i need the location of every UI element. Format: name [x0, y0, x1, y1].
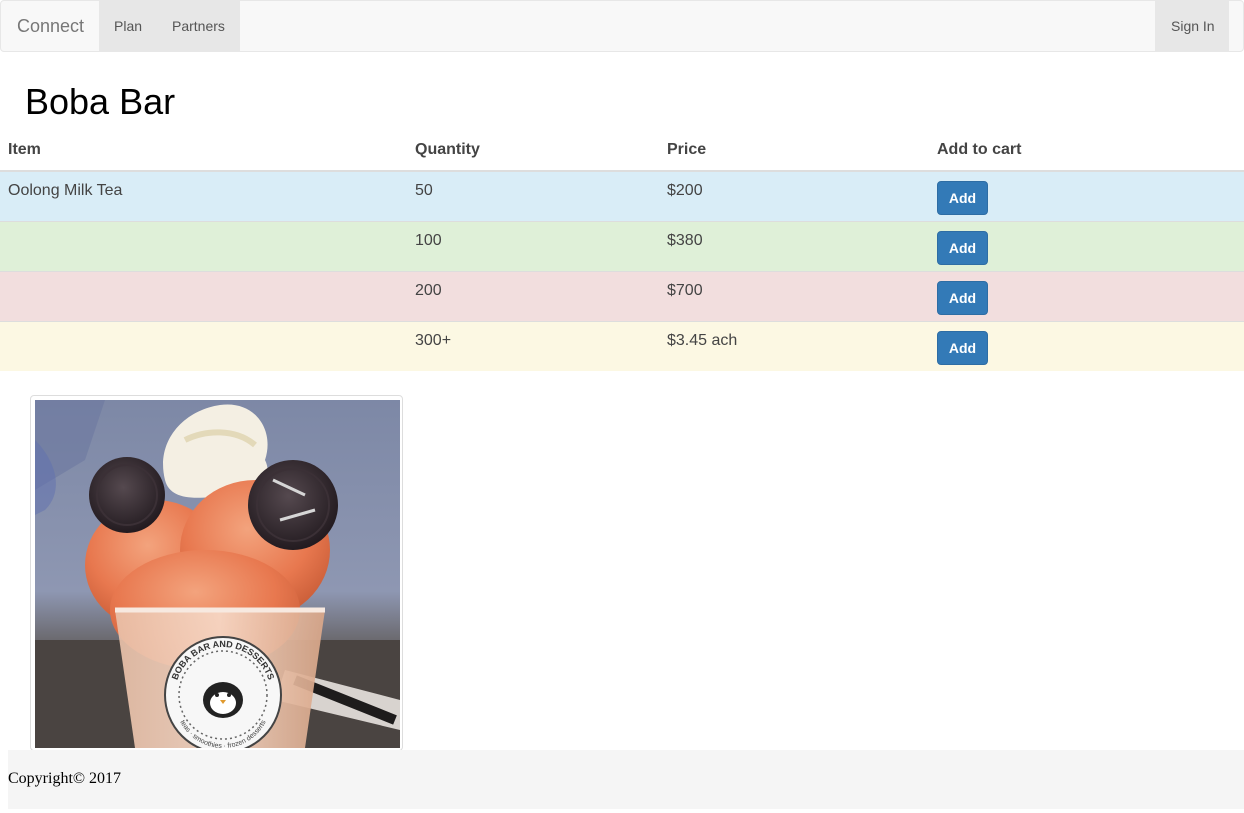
add-to-cart-button[interactable]: Add	[937, 230, 988, 265]
header-item: Item	[0, 130, 407, 172]
cell-item	[0, 220, 407, 271]
add-to-cart-button[interactable]: Add	[937, 330, 988, 365]
cell-quantity: 50	[407, 170, 659, 221]
cell-price: $200	[659, 170, 929, 221]
nav-link-plan[interactable]: Plan	[114, 1, 142, 51]
table-row: 200 $700 Add	[0, 270, 1244, 321]
cell-quantity: 100	[407, 220, 659, 271]
copyright-text: Copyright© 2017	[8, 770, 122, 787]
add-to-cart-button[interactable]: Add	[937, 280, 988, 315]
header-price: Price	[659, 130, 929, 172]
page-title: Boba Bar	[25, 81, 176, 122]
cell-item: Oolong Milk Tea	[0, 170, 407, 221]
table-row: 100 $380 Add	[0, 220, 1244, 271]
brand-link[interactable]: Connect	[17, 1, 84, 51]
nav-left-group: Plan Partners	[99, 1, 240, 51]
cell-action: Add	[929, 320, 1244, 371]
table-row: Oolong Milk Tea 50 $200 Add	[0, 170, 1244, 221]
cell-price: $3.45 ach	[659, 320, 929, 371]
cell-action: Add	[929, 170, 1244, 221]
table-row: 300+ $3.45 ach Add	[0, 320, 1244, 371]
add-to-cart-button[interactable]: Add	[937, 181, 988, 215]
top-navbar: Connect Plan Partners Sign In	[0, 0, 1244, 52]
cell-quantity: 300+	[407, 320, 659, 371]
header-add-to-cart: Add to cart	[929, 130, 1244, 172]
product-image-thumbnail: BOBA BAR AND DESSERTS teas · smoothies ·…	[30, 395, 403, 751]
cell-quantity: 200	[407, 270, 659, 321]
cell-action: Add	[929, 220, 1244, 271]
cell-item	[0, 320, 407, 371]
nav-link-partners[interactable]: Partners	[172, 1, 225, 51]
sign-in-link[interactable]: Sign In	[1171, 1, 1215, 51]
cell-item	[0, 270, 407, 321]
boba-sundae-illustration: BOBA BAR AND DESSERTS teas · smoothies ·…	[35, 400, 400, 748]
page-footer: Copyright© 2017	[8, 750, 1244, 809]
nav-right-group: Sign In	[1155, 1, 1229, 51]
cell-price: $380	[659, 220, 929, 271]
header-quantity: Quantity	[407, 130, 659, 172]
cell-price: $700	[659, 270, 929, 321]
price-table: Item Quantity Price Add to cart Oolong M…	[0, 130, 1244, 371]
cell-action: Add	[929, 270, 1244, 321]
table-header-row: Item Quantity Price Add to cart	[0, 130, 1244, 172]
